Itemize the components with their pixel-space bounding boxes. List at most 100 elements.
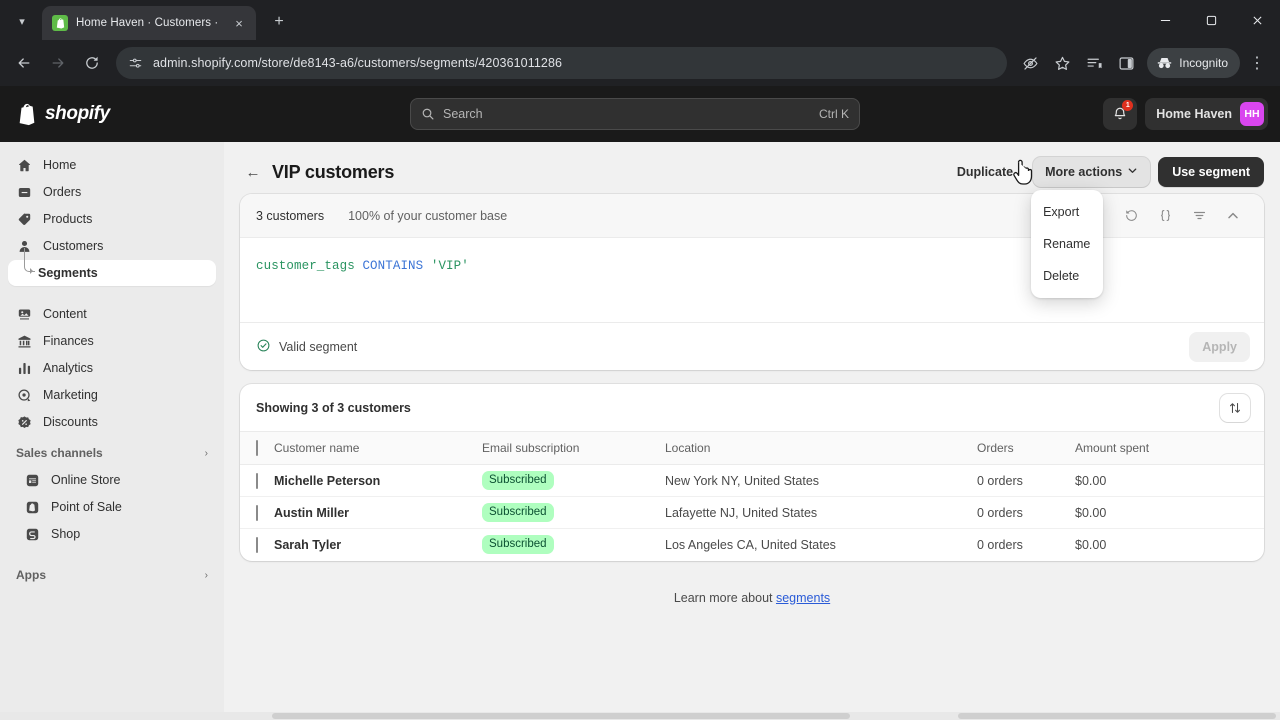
select-all-checkbox[interactable]: [256, 440, 258, 456]
use-segment-button[interactable]: Use segment: [1158, 157, 1264, 187]
minimize-icon[interactable]: [1142, 0, 1188, 40]
cell-orders: 0 orders: [977, 537, 1023, 552]
sidebar-item-shop[interactable]: Shop: [8, 521, 216, 547]
query-editor[interactable]: customer_tags CONTAINS 'VIP': [240, 238, 1264, 322]
braces-icon[interactable]: [1150, 202, 1180, 230]
column-location[interactable]: Location: [665, 432, 977, 465]
sidebar-item-content[interactable]: Content: [8, 301, 216, 327]
sidebar-section-sales-channels[interactable]: Sales channels ›: [8, 440, 216, 466]
column-amount-spent[interactable]: Amount spent: [1075, 432, 1264, 465]
chevron-right-icon[interactable]: ›: [205, 570, 208, 581]
showing-count: Showing 3 of 3 customers: [256, 400, 411, 415]
page-title: VIP customers: [272, 161, 395, 182]
browser-tab[interactable]: Home Haven · Customers · Sho ×: [42, 6, 256, 40]
search-input[interactable]: Search Ctrl K: [410, 98, 860, 130]
tab-strip: ▾ Home Haven · Customers · Sho × +: [0, 0, 1280, 40]
site-settings-icon[interactable]: [128, 56, 143, 71]
chevron-right-icon[interactable]: ›: [205, 448, 208, 459]
eye-off-icon[interactable]: [1015, 48, 1045, 78]
maximize-icon[interactable]: [1188, 0, 1234, 40]
back-icon[interactable]: [8, 47, 40, 79]
sidebar-item-products[interactable]: Products: [8, 206, 216, 232]
cell-customer-name[interactable]: Austin Miller: [274, 497, 482, 529]
sidebar-item-orders[interactable]: Orders: [8, 179, 216, 205]
query-field: customer_tags: [256, 259, 355, 273]
filter-icon[interactable]: [1184, 202, 1214, 230]
window-close-icon[interactable]: [1234, 0, 1280, 40]
column-email-subscription[interactable]: Email subscription: [482, 432, 665, 465]
learn-more-footer: Learn more about segments: [240, 575, 1264, 605]
sort-icon[interactable]: [1220, 393, 1250, 422]
forward-icon[interactable]: [42, 47, 74, 79]
sidebar-item-label: Shop: [51, 527, 81, 541]
address-bar[interactable]: admin.shopify.com/store/de8143-a6/custom…: [116, 47, 1008, 79]
sidebar-item-label: Products: [43, 212, 93, 226]
back-arrow-icon[interactable]: ←: [240, 159, 266, 185]
horizontal-scrollbar[interactable]: [0, 712, 1280, 720]
table-row[interactable]: Austin Miller Subscribed Lafayette NJ, U…: [240, 497, 1264, 529]
column-customer-name[interactable]: Customer name: [274, 432, 482, 465]
row-checkbox[interactable]: [256, 504, 258, 521]
duplicate-button[interactable]: Duplicate: [945, 157, 1025, 187]
sidebar-section-apps[interactable]: Apps ›: [8, 562, 216, 588]
window-controls: [1142, 0, 1280, 40]
row-select-cell: [240, 497, 274, 529]
tab-search-icon[interactable]: ▾: [8, 7, 36, 35]
sidebar-item-point-of-sale[interactable]: Point of Sale: [8, 494, 216, 520]
sidebar-item-analytics[interactable]: Analytics: [8, 355, 216, 381]
store-name: Home Haven: [1156, 107, 1232, 121]
history-icon[interactable]: [1116, 202, 1146, 230]
reading-list-icon[interactable]: [1079, 48, 1109, 78]
notifications-button[interactable]: 1: [1103, 98, 1138, 130]
browser-toolbar: admin.shopify.com/store/de8143-a6/custom…: [0, 40, 1280, 86]
select-all-cell: [240, 432, 274, 465]
sidebar-item-online-store[interactable]: Online Store: [8, 467, 216, 493]
section-title: Sales channels: [16, 446, 103, 460]
scrollbar-thumb[interactable]: [272, 713, 850, 719]
status-badge: Subscribed: [482, 471, 554, 490]
more-actions-label: More actions: [1045, 165, 1123, 179]
orders-icon: [16, 185, 33, 200]
star-icon[interactable]: [1047, 48, 1077, 78]
sidebar-item-segments[interactable]: Segments: [8, 248, 216, 286]
apply-button[interactable]: Apply: [1189, 331, 1250, 362]
close-icon[interactable]: ×: [230, 14, 248, 32]
cell-customer-name[interactable]: Michelle Peterson: [274, 465, 482, 497]
incognito-indicator[interactable]: Incognito: [1147, 48, 1240, 78]
sidebar: Home Orders Products Customers Segments: [0, 142, 224, 720]
row-checkbox[interactable]: [256, 536, 258, 553]
new-tab-button[interactable]: +: [266, 9, 292, 35]
sidebar-item-finances[interactable]: Finances: [8, 328, 216, 354]
shopify-logo[interactable]: shopify: [12, 102, 212, 126]
row-checkbox[interactable]: [256, 472, 258, 489]
more-actions-button[interactable]: More actions: [1033, 157, 1151, 187]
sidebar-item-discounts[interactable]: Discounts: [8, 409, 216, 435]
side-panel-icon[interactable]: [1111, 48, 1141, 78]
sidebar-item-home[interactable]: Home: [8, 152, 216, 178]
table-row[interactable]: Sarah Tyler Subscribed Los Angeles CA, U…: [240, 529, 1264, 561]
store-icon: [24, 473, 41, 488]
sidebar-item-label: Marketing: [43, 388, 98, 402]
store-switcher[interactable]: Home Haven HH: [1145, 98, 1268, 130]
sidebar-item-label: Discounts: [43, 415, 98, 429]
sidebar-item-marketing[interactable]: Marketing: [8, 382, 216, 408]
shop-icon: [24, 527, 41, 542]
segment-query-card: 3 customers 100% of your customer base c…: [240, 194, 1264, 370]
column-orders[interactable]: Orders: [977, 432, 1075, 465]
sidebar-item-customers[interactable]: Customers: [8, 233, 216, 259]
sidebar-item-label: Online Store: [51, 473, 121, 487]
menu-item-rename[interactable]: Rename: [1031, 228, 1103, 260]
more-actions-menu: Export Rename Delete: [1031, 190, 1104, 298]
topbar-right: 1 Home Haven HH: [1103, 98, 1268, 130]
scrollbar-thumb-secondary[interactable]: [958, 713, 1276, 719]
validity-label: Valid segment: [279, 339, 358, 354]
segments-link[interactable]: segments: [776, 591, 830, 605]
sidebar-divider: [8, 287, 216, 301]
menu-item-export[interactable]: Export: [1031, 196, 1103, 228]
table-row[interactable]: Michelle Peterson Subscribed New York NY…: [240, 465, 1264, 497]
browser-menu-icon[interactable]: ⋮: [1242, 48, 1272, 78]
cell-customer-name[interactable]: Sarah Tyler: [274, 529, 482, 561]
collapse-icon[interactable]: [1218, 202, 1248, 230]
menu-item-delete[interactable]: Delete: [1031, 260, 1103, 292]
reload-icon[interactable]: [76, 47, 108, 79]
